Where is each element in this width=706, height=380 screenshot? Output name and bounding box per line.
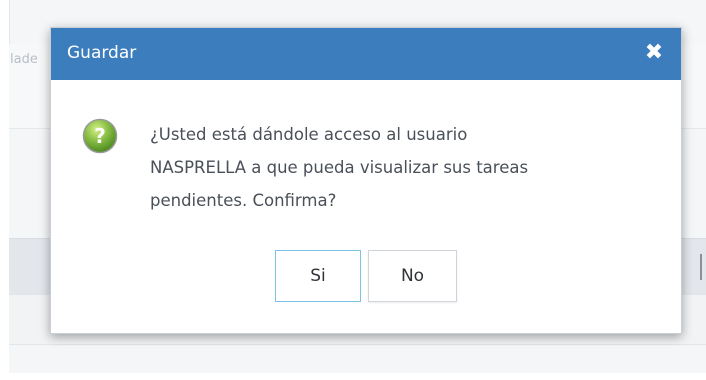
message-line: NASPRELLA a que pueda visualizar sus tar… (150, 158, 529, 177)
question-icon: ? (82, 118, 118, 154)
dialog-body: ? ¿Usted está dándole acceso al usuario … (51, 80, 681, 333)
page: lade Guardar ✖ ? ¿Usted está dándole acc… (0, 0, 706, 380)
background-row (9, 344, 706, 373)
confirm-dialog: Guardar ✖ ? ¿Usted está dándole acceso a… (50, 27, 682, 334)
dialog-message: ¿Usted está dándole acceso al usuario NA… (150, 118, 670, 217)
message-line: ¿Usted está dándole acceso al usuario (150, 125, 468, 144)
svg-text:?: ? (94, 124, 106, 148)
no-button[interactable]: No (368, 250, 457, 302)
dialog-titlebar[interactable]: Guardar ✖ (51, 28, 681, 80)
message-line: pendientes. Confirma? (150, 191, 337, 210)
close-icon[interactable]: ✖ (641, 40, 667, 66)
background-tab-label: lade (10, 52, 38, 67)
background-divider (700, 254, 702, 280)
yes-button[interactable]: Si (275, 250, 361, 302)
dialog-title: Guardar (67, 43, 137, 63)
